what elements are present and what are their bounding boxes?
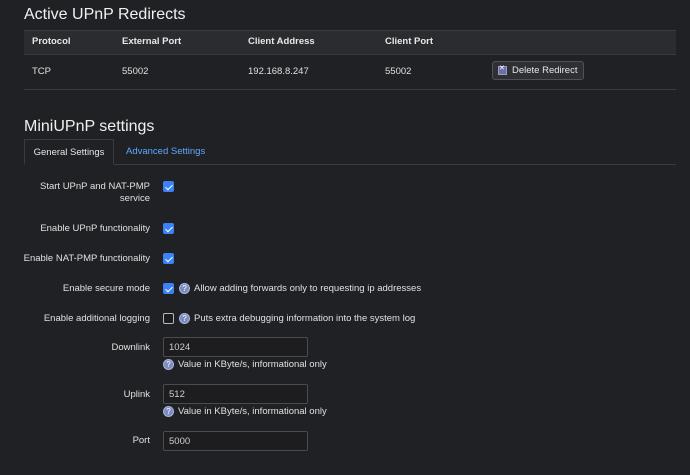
tab-advanced-settings[interactable]: Advanced Settings — [115, 139, 216, 164]
start-service-checkbox[interactable] — [163, 181, 174, 192]
secure-mode-label: Enable secure mode — [62, 283, 150, 294]
logging-label: Enable additional logging — [43, 313, 150, 324]
secure-mode-help-text: Allow adding forwards only to requesting… — [194, 283, 422, 294]
settings-title: MiniUPnP settings — [24, 118, 155, 135]
enable-upnp-label: Enable UPnP functionality — [40, 223, 150, 234]
logging-help: ? Puts extra debugging information into … — [179, 313, 415, 324]
enable-natpmp-checkbox[interactable] — [163, 253, 174, 264]
cell-client-address: 192.168.8.247 — [248, 66, 309, 77]
column-header-protocol: Protocol — [32, 36, 71, 47]
downlink-help: ? Value in KByte/s, informational only — [163, 359, 327, 370]
help-icon: ? — [163, 406, 174, 417]
help-icon: ? — [179, 313, 190, 324]
enable-upnp-checkbox[interactable] — [163, 223, 174, 234]
column-header-external-port: External Port — [122, 36, 182, 47]
table-header: Protocol External Port Client Address Cl… — [24, 30, 676, 55]
delete-redirect-button[interactable]: Delete Redirect — [492, 61, 584, 80]
redirects-title: Active UPnP Redirects — [24, 6, 186, 23]
downlink-input[interactable]: 1024 — [163, 337, 308, 357]
uplink-help: ? Value in KByte/s, informational only — [163, 406, 327, 417]
logging-help-text: Puts extra debugging information into th… — [194, 313, 416, 324]
delete-redirect-label: Delete Redirect — [512, 65, 578, 76]
cell-client-port: 55002 — [385, 66, 412, 77]
cell-external-port: 55002 — [122, 66, 149, 77]
cell-protocol: TCP — [32, 66, 51, 77]
downlink-help-text: Value in KByte/s, informational only — [178, 359, 327, 370]
uplink-label: Uplink — [123, 389, 150, 400]
secure-mode-checkbox[interactable] — [163, 283, 174, 294]
start-service-label: Start UPnP and NAT-PMP service — [40, 181, 150, 204]
redirects-table: Protocol External Port Client Address Cl… — [24, 30, 676, 90]
uplink-help-text: Value in KByte/s, informational only — [178, 406, 327, 417]
help-icon: ? — [163, 359, 174, 370]
table-row: TCP 55002 192.168.8.247 55002 Delete Red… — [24, 55, 676, 90]
delete-icon — [498, 64, 507, 75]
port-input[interactable]: 5000 — [163, 431, 308, 451]
column-header-client-address: Client Address — [248, 36, 315, 47]
tab-general-settings[interactable]: General Settings — [24, 139, 114, 165]
column-header-client-port: Client Port — [385, 36, 434, 47]
help-icon: ? — [179, 283, 190, 294]
downlink-label: Downlink — [111, 342, 150, 353]
port-label: Port — [132, 435, 150, 446]
enable-natpmp-label: Enable NAT-PMP functionality — [23, 253, 150, 264]
settings-tabs: General Settings Advanced Settings — [24, 139, 676, 165]
logging-checkbox[interactable] — [163, 313, 174, 324]
secure-mode-help: ? Allow adding forwards only to requesti… — [179, 283, 421, 294]
uplink-input[interactable]: 512 — [163, 384, 308, 404]
